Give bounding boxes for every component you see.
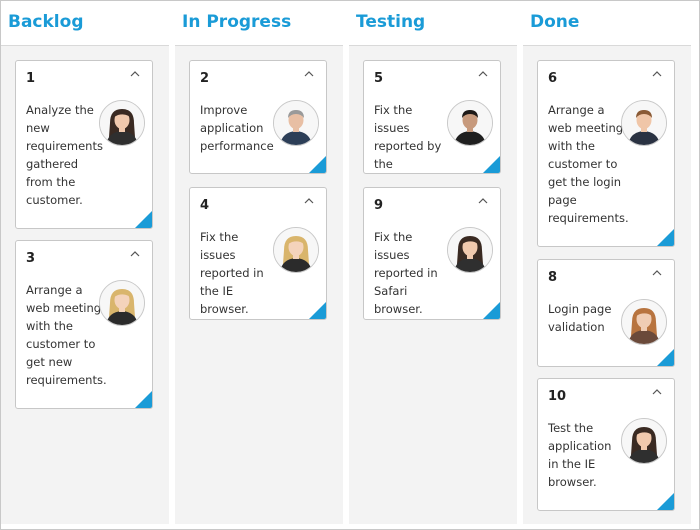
person-portrait-icon [100, 101, 144, 145]
card-id: 4 [200, 198, 210, 213]
card-corner-marker [483, 156, 500, 173]
column-header-in-progress: In Progress [182, 12, 292, 32]
person-portrait-icon [100, 281, 144, 325]
column-body-in-progress: 2 Improve application performance 4 Fix … [175, 46, 343, 524]
card-text: Arrange a web meeting with the customer … [548, 103, 629, 225]
card-corner-marker [657, 493, 674, 510]
card-text: Fix the issues reported by the customer. [374, 103, 442, 171]
kanban-card-1[interactable]: 1 Analyze the new requirements gathered … [15, 60, 153, 229]
card-corner-marker [483, 302, 500, 319]
card-text: Login page validation [548, 302, 612, 334]
avatar [273, 227, 319, 273]
avatar [99, 100, 145, 146]
card-corner-marker [657, 229, 674, 246]
person-portrait-icon [274, 228, 318, 272]
kanban-card-3[interactable]: 3 Arrange a web meeting with the custome… [15, 240, 153, 409]
column-header-backlog: Backlog [8, 12, 84, 32]
avatar [621, 100, 667, 146]
kanban-board: Backlog 1 Analyze the new requirements g… [0, 0, 700, 530]
column-body-testing: 5 Fix the issues reported by the custome… [349, 46, 517, 524]
column-in-progress: In Progress 2 Improve application perfor… [175, 1, 343, 530]
collapse-icon[interactable] [130, 250, 140, 258]
person-portrait-icon [622, 101, 666, 145]
kanban-card-5[interactable]: 5 Fix the issues reported by the custome… [363, 60, 501, 174]
collapse-icon[interactable] [478, 70, 488, 78]
card-corner-marker [135, 391, 152, 408]
collapse-icon[interactable] [130, 70, 140, 78]
avatar [99, 280, 145, 326]
kanban-card-9[interactable]: 9 Fix the issues reported in Safari brow… [363, 187, 501, 320]
card-id: 1 [26, 71, 36, 86]
card-text: Arrange a web meeting with the customer … [26, 283, 107, 387]
person-portrait-icon [622, 300, 666, 344]
card-corner-marker [657, 349, 674, 366]
collapse-icon[interactable] [652, 388, 662, 396]
kanban-card-10[interactable]: 10 Test the application in the IE browse… [537, 378, 675, 511]
kanban-card-8[interactable]: 8 Login page validation [537, 259, 675, 367]
card-id: 3 [26, 251, 36, 266]
kanban-card-2[interactable]: 2 Improve application performance [189, 60, 327, 174]
collapse-icon[interactable] [304, 197, 314, 205]
person-portrait-icon [448, 228, 492, 272]
card-text: Analyze the new requirements gathered fr… [26, 103, 103, 207]
avatar [447, 227, 493, 273]
card-corner-marker [309, 302, 326, 319]
kanban-card-6[interactable]: 6 Arrange a web meeting with the custome… [537, 60, 675, 247]
card-id: 5 [374, 71, 384, 86]
collapse-icon[interactable] [304, 70, 314, 78]
person-portrait-icon [448, 101, 492, 145]
collapse-icon[interactable] [478, 197, 488, 205]
avatar [621, 418, 667, 464]
column-body-done: 6 Arrange a web meeting with the custome… [523, 46, 691, 524]
person-portrait-icon [274, 101, 318, 145]
card-text: Fix the issues reported in Safari browse… [374, 230, 438, 316]
collapse-icon[interactable] [652, 269, 662, 277]
card-id: 2 [200, 71, 210, 86]
card-corner-marker [309, 156, 326, 173]
column-testing: Testing 5 Fix the issues reported by the… [349, 1, 517, 530]
avatar [447, 100, 493, 146]
card-id: 8 [548, 270, 558, 285]
kanban-card-4[interactable]: 4 Fix the issues reported in the IE brow… [189, 187, 327, 320]
column-header-testing: Testing [356, 12, 426, 32]
avatar [621, 299, 667, 345]
card-id: 9 [374, 198, 384, 213]
avatar [273, 100, 319, 146]
person-portrait-icon [622, 419, 666, 463]
column-body-backlog: 1 Analyze the new requirements gathered … [1, 46, 169, 524]
card-corner-marker [135, 211, 152, 228]
column-backlog: Backlog 1 Analyze the new requirements g… [1, 1, 169, 530]
card-text: Improve application performance [200, 103, 274, 153]
card-id: 6 [548, 71, 558, 86]
card-text: Test the application in the IE browser. [548, 421, 612, 489]
collapse-icon[interactable] [652, 70, 662, 78]
card-id: 10 [548, 389, 567, 404]
column-header-done: Done [530, 12, 580, 32]
column-done: Done 6 Arrange a web meeting with the cu… [523, 1, 691, 530]
card-text: Fix the issues reported in the IE browse… [200, 230, 264, 316]
